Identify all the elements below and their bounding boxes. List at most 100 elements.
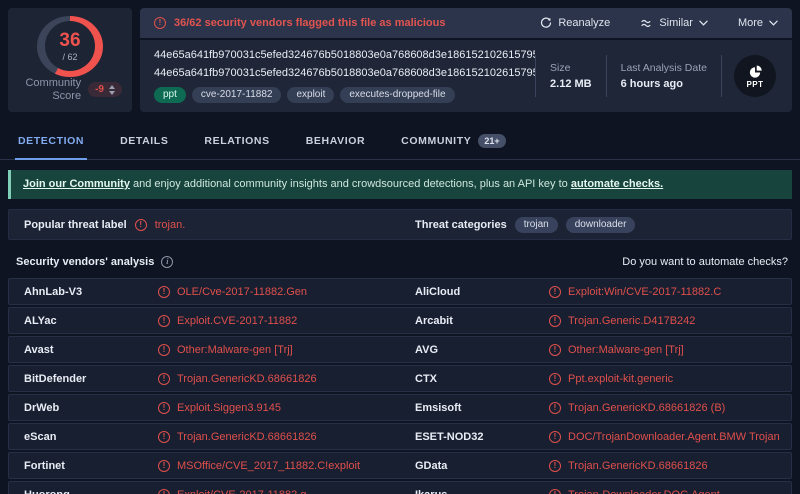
alert-icon: ! <box>158 372 170 385</box>
threat-summary-row: Popular threat label ! trojan. Threat ca… <box>8 209 792 240</box>
vendor-name: Emsisoft <box>415 401 462 414</box>
detection-result: ! Trojan.GenericKD.68661826 <box>158 372 317 385</box>
refresh-icon <box>541 17 552 28</box>
vendor-name: AliCloud <box>415 285 461 298</box>
report-tabs: DETECTION DETAILS RELATIONS BEHAVIOR COM… <box>0 122 800 160</box>
detection-result: ! Exploit:Win/CVE-2017-11882.C <box>549 285 721 298</box>
file-type-badge: PPT <box>734 55 776 97</box>
table-row: eScan ! Trojan.GenericKD.68661826 ESET-NO… <box>8 423 792 450</box>
alert-icon: ! <box>134 218 147 231</box>
automate-checks-question[interactable]: Do you want to automate checks? <box>622 256 788 268</box>
vendor-name: AhnLab-V3 <box>24 285 83 298</box>
detection-result: ! Exploit.CVE-2017-11882 <box>158 314 298 327</box>
tab-details[interactable]: DETAILS <box>120 122 168 159</box>
popular-threat-value: trojan. <box>154 218 186 231</box>
tab-detection[interactable]: DETECTION <box>14 122 88 160</box>
pie-chart-icon <box>749 65 762 78</box>
file-identifiers: 44e65a641fb970031c5efed324676b5018803e0a… <box>154 49 535 103</box>
vendor-name: CTX <box>415 372 437 385</box>
community-votes-value: -9 <box>95 84 104 96</box>
detection-text: Other:Malware-gen [Trj] <box>177 343 293 356</box>
vendor-cell: eScan ! Trojan.GenericKD.68661826 <box>9 430 400 443</box>
detection-result: ! Trojan.GenericKD.68661826 <box>549 459 708 472</box>
detection-text: Exploit.CVE-2017-11882 <box>177 314 298 327</box>
detection-result: ! Trojan.Generic.D417B242 <box>549 314 696 327</box>
banner-text: and enjoy additional community insights … <box>129 178 571 190</box>
automate-checks-link[interactable]: automate checks. <box>571 178 663 190</box>
report-header: 36 / 62 Community Score -9 ! 36/62 secur… <box>0 0 800 120</box>
file-sha256[interactable]: 44e65a641fb970031c5efed324676b5018803e0a… <box>154 49 535 61</box>
malicious-alert-text: 36/62 security vendors flagged this file… <box>174 17 446 29</box>
divider <box>721 55 722 97</box>
alert-icon: ! <box>158 314 170 327</box>
vendor-cell: AhnLab-V3 ! OLE/Cve-2017-11882.Gen <box>9 285 400 298</box>
join-community-banner: Join our Community and enjoy additional … <box>8 170 792 199</box>
detection-result: ! Exploit.Siggen3.9145 <box>158 401 281 414</box>
tab-relations[interactable]: RELATIONS <box>204 122 269 159</box>
detection-result: ! Other:Malware-gen [Trj] <box>158 343 293 356</box>
detection-text: DOC/TrojanDownloader.Agent.BMW Trojan <box>568 430 780 443</box>
alert-icon: ! <box>549 401 561 414</box>
detection-text: Exploit/CVE-2017-11882.g <box>177 489 306 494</box>
vendor-cell: Arcabit ! Trojan.Generic.D417B242 <box>400 314 791 327</box>
vendor-name: ALYac <box>24 314 57 327</box>
vote-steppers[interactable] <box>109 84 115 95</box>
threat-category-downloader[interactable]: downloader <box>565 216 636 233</box>
tag-exploit[interactable]: exploit <box>287 87 335 103</box>
tab-detection-label: DETECTION <box>18 134 85 147</box>
table-row: Avast ! Other:Malware-gen [Trj] AVG ! Othe… <box>8 336 792 363</box>
popular-threat-label-block: Popular threat label ! trojan. <box>9 218 400 231</box>
table-row: DrWeb ! Exploit.Siggen3.9145 Emsisoft ! Tr… <box>8 394 792 421</box>
detection-result: ! Trojan.GenericKD.68661826 (B) <box>549 401 725 414</box>
detection-text: Trojan.GenericKD.68661826 <box>177 430 317 443</box>
tag-executes-dropped-file[interactable]: executes-dropped-file <box>340 87 455 103</box>
vote-down-icon[interactable] <box>109 90 115 95</box>
alert-icon: ! <box>158 343 170 356</box>
popular-threat-label: Popular threat label <box>24 218 127 231</box>
detection-gauge-center: 36 / 62 <box>45 21 95 72</box>
vote-up-icon[interactable] <box>109 84 115 89</box>
vendor-cell: Avast ! Other:Malware-gen [Trj] <box>9 343 400 356</box>
detections-count: 36 <box>59 29 81 51</box>
file-name[interactable]: 44e65a641fb970031c5efed324676b5018803e0a… <box>154 67 535 79</box>
join-community-link[interactable]: Join our Community <box>23 178 130 190</box>
tag-ppt[interactable]: ppt <box>154 87 186 103</box>
vendor-cell: CTX ! Ppt.exploit-kit.generic <box>400 372 791 385</box>
chevron-down-icon <box>699 20 708 26</box>
more-button[interactable]: More <box>738 17 778 29</box>
alert-icon: ! <box>158 285 170 298</box>
detection-result: ! DOC/TrojanDownloader.Agent.BMW Trojan <box>549 430 780 443</box>
community-votes-widget[interactable]: -9 <box>88 82 122 98</box>
tab-behavior[interactable]: BEHAVIOR <box>306 122 365 159</box>
detection-result: ! OLE/Cve-2017-11882.Gen <box>158 285 308 298</box>
reanalyze-label: Reanalyze <box>558 17 611 29</box>
table-row: BitDefender ! Trojan.GenericKD.68661826 C… <box>8 365 792 392</box>
tag-cve[interactable]: cve-2017-11882 <box>191 87 282 103</box>
detection-gauge: 36 / 62 <box>37 16 103 77</box>
vendor-cell: ESET-NOD32 ! DOC/TrojanDownloader.Agent.B… <box>400 430 791 443</box>
reanalyze-button[interactable]: Reanalyze <box>540 17 610 29</box>
last-analysis-block: Last Analysis Date 6 hours ago <box>607 62 721 90</box>
file-meta: Size 2.12 MB Last Analysis Date 6 hours … <box>535 49 792 103</box>
alert-icon: ! <box>154 17 166 29</box>
similar-button[interactable]: Similar <box>640 17 708 30</box>
detection-result: ! Trojan-Downloader.DOC.Agent <box>549 488 720 494</box>
detection-text: Trojan.Generic.D417B242 <box>568 314 696 327</box>
detection-text: Ppt.exploit-kit.generic <box>568 372 674 385</box>
alert-icon: ! <box>158 430 170 443</box>
file-summary-card: ! 36/62 security vendors flagged this fi… <box>140 8 792 112</box>
last-analysis-label: Last Analysis Date <box>620 62 707 74</box>
vendor-cell: AliCloud ! Exploit:Win/CVE-2017-11882.C <box>400 285 791 298</box>
chevron-down-icon <box>769 20 778 26</box>
vendor-name: Ikarus <box>415 489 549 494</box>
threat-categories-block: Threat categories trojan downloader <box>400 216 791 233</box>
tab-behavior-label: BEHAVIOR <box>305 134 366 147</box>
threat-category-trojan[interactable]: trojan <box>514 216 558 233</box>
detection-result: ! Exploit/CVE-2017-11882.g <box>158 488 306 494</box>
detection-text: OLE/Cve-2017-11882.Gen <box>177 285 308 298</box>
info-icon[interactable]: i <box>161 256 174 268</box>
vendor-cell: Emsisoft ! Trojan.GenericKD.68661826 (B) <box>400 401 791 414</box>
alert-icon: ! <box>549 343 561 356</box>
tab-community[interactable]: COMMUNITY 21+ <box>401 122 506 159</box>
threat-categories-label: Threat categories <box>415 218 507 231</box>
